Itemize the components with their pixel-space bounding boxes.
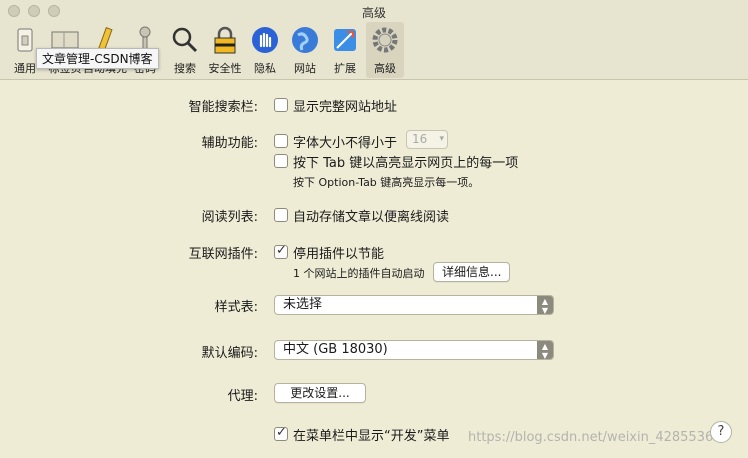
tab-highlight-text: 按下 Tab 键以高亮显示网页上的每一项 (293, 156, 519, 171)
encoding-value: 中文 (GB 18030) (283, 342, 388, 357)
tab-privacy[interactable]: 隐私 (246, 22, 284, 78)
updown-chevron-icon: ▲ ▼ (537, 341, 553, 360)
tab-highlight-checkbox[interactable] (274, 154, 288, 168)
help-button[interactable]: ? (710, 421, 732, 443)
plugins-label: 互联网插件: (188, 247, 258, 262)
chevron-down-icon: ▾ (439, 134, 444, 144)
tab-advanced-label: 高级 (374, 62, 396, 75)
font-size-select[interactable]: 16 ▾ (406, 130, 448, 149)
offline-reading-checkbox[interactable] (274, 208, 288, 222)
develop-menu-text: 在菜单栏中显示“开发”菜单 (293, 429, 450, 444)
stylesheet-label: 样式表: (214, 300, 258, 315)
magnifier-icon (170, 25, 200, 55)
encoding-select[interactable]: 中文 (GB 18030) ▲ ▼ (274, 340, 554, 360)
option-tab-hint: 按下 Option-Tab 键高亮显示每一项。 (293, 176, 480, 189)
watermark: https://blog.csdn.net/weixin_42855362 (468, 430, 722, 445)
tab-security[interactable]: 安全性 (206, 22, 244, 78)
tab-websites-label: 网站 (294, 62, 316, 75)
plugins-info: 1 个网站上的插件自动启动 (293, 267, 425, 280)
tab-advanced[interactable]: 高级 (366, 22, 404, 78)
tab-extensions[interactable]: 扩展 (326, 22, 364, 78)
tab-search[interactable]: 搜索 (166, 22, 204, 78)
preferences-window: 高级 通用 标签页 自动填充 (0, 0, 748, 458)
tab-extensions-label: 扩展 (334, 62, 356, 75)
tab-privacy-label: 隐私 (254, 62, 276, 75)
change-settings-button[interactable]: 更改设置... (274, 383, 366, 403)
tooltip: 文章管理-CSDN博客 (36, 48, 159, 69)
plugin-details-button[interactable]: 详细信息... (433, 262, 511, 282)
offline-reading-text: 自动存储文章以便离线阅读 (293, 210, 450, 225)
window-title: 高级 (361, 6, 386, 20)
show-full-address-checkbox[interactable] (274, 98, 288, 112)
proxy-label: 代理: (227, 389, 258, 404)
updown-chevron-icon: ▲ ▼ (537, 296, 553, 315)
encoding-label: 默认编码: (201, 346, 258, 361)
font-size-value: 16 (412, 132, 428, 146)
show-full-address-text: 显示完整网站地址 (293, 100, 398, 115)
develop-menu-checkbox[interactable] (274, 425, 288, 441)
globe-icon (290, 25, 320, 55)
min-font-checkbox[interactable] (274, 134, 288, 148)
reading-list-label: 阅读列表: (201, 210, 258, 225)
smart-search-label: 智能搜索栏: (188, 100, 258, 115)
stylesheet-select[interactable]: 未选择 ▲ ▼ (274, 295, 554, 315)
disable-plugins-text: 停用插件以节能 (293, 247, 385, 262)
tab-search-label: 搜索 (174, 62, 196, 75)
min-font-text: 字体大小不得小于 (293, 136, 398, 151)
puzzle-icon (330, 25, 360, 55)
lock-icon (210, 25, 240, 55)
gear-icon (370, 25, 400, 55)
accessibility-label: 辅助功能: (201, 136, 258, 151)
tab-websites[interactable]: 网站 (286, 22, 324, 78)
tab-security-label: 安全性 (208, 62, 242, 75)
disable-plugins-checkbox[interactable] (274, 243, 288, 259)
stylesheet-value: 未选择 (283, 297, 323, 312)
hand-icon (250, 25, 280, 55)
tab-general-label: 通用 (14, 62, 36, 75)
